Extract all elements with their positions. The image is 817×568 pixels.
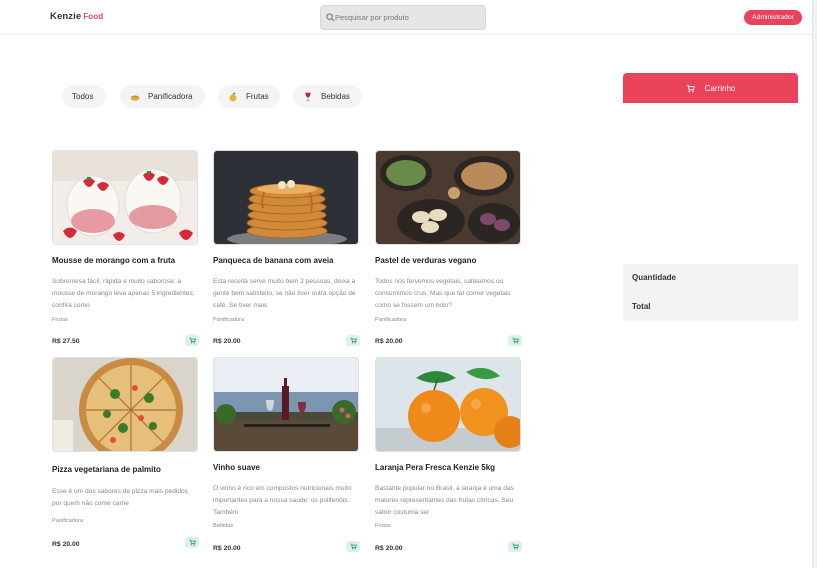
add-to-cart-button[interactable] — [185, 537, 199, 548]
product-card: Pastel de verduras vegano Todos nós ferv… — [375, 150, 523, 350]
logo[interactable]: Kenzie Food — [50, 11, 103, 22]
product-category: Frutas — [52, 317, 68, 323]
strawberry-mousse-image — [53, 151, 197, 244]
product-image — [375, 357, 521, 452]
product-price: R$ 27.50 — [52, 338, 80, 345]
product-description: Bastante popular no Brasil, a laranja é … — [375, 485, 514, 516]
bread-icon — [130, 94, 140, 101]
product-description: O vinho é rico em compostos nutricionais… — [213, 485, 352, 516]
add-to-cart-button[interactable] — [346, 335, 360, 346]
product-name: Laranja Pera Fresca Kenzie 5kg — [375, 463, 496, 472]
product-price: R$ 20.00 — [52, 541, 80, 548]
pizza-image — [53, 358, 197, 451]
cart-add-icon — [350, 337, 357, 344]
cart-summary: Quantidade Total — [623, 264, 798, 321]
product-name: Mousse de morango com a fruta — [52, 256, 176, 265]
product-image — [52, 357, 198, 452]
product-price: R$ 20.00 — [375, 338, 403, 345]
product-category: Panificadora — [375, 317, 407, 323]
product-description: Esta receita serve muito bem 2 pessoas, … — [213, 278, 356, 309]
admin-button[interactable]: Administrador — [744, 10, 802, 25]
wine-icon — [305, 92, 311, 101]
logo-main: Kenzie — [50, 11, 82, 22]
search-icon — [326, 13, 335, 22]
add-to-cart-button[interactable] — [508, 541, 522, 552]
quantity-label: Quantidade — [632, 273, 677, 282]
oranges-image — [376, 358, 520, 451]
cart-icon — [686, 84, 695, 92]
category-label: Bebidas — [321, 92, 350, 101]
product-image — [375, 150, 521, 245]
category-label: Frutas — [246, 92, 269, 101]
add-to-cart-button[interactable] — [346, 541, 360, 552]
product-name: Panqueca de banana com aveia — [213, 256, 334, 265]
product-price: R$ 20.00 — [375, 545, 403, 552]
page-scrollbar[interactable] — [812, 0, 817, 568]
cart-add-icon — [512, 543, 519, 550]
category-filter-frutas[interactable]: Frutas — [218, 85, 280, 108]
category-label: Panificadora — [148, 92, 193, 101]
product-category: Bebidas — [213, 523, 234, 529]
product-price: R$ 20.00 — [213, 338, 241, 345]
cart-title: Carrinho — [704, 83, 736, 93]
cart-add-icon — [350, 543, 357, 550]
product-category: Panificadora — [52, 518, 84, 524]
add-to-cart-button[interactable] — [508, 335, 522, 346]
product-name: Pastel de verduras vegano — [375, 256, 477, 265]
product-card: Laranja Pera Fresca Kenzie 5kg Bastante … — [375, 357, 523, 557]
search-box[interactable] — [320, 5, 486, 30]
product-name: Vinho suave — [213, 463, 260, 472]
product-card: Mousse de morango com a fruta Sobremesa … — [52, 150, 200, 350]
category-filter-panificadora[interactable]: Panificadora — [120, 85, 205, 108]
add-to-cart-button[interactable] — [185, 335, 199, 346]
product-category: Panificadora — [213, 317, 245, 323]
product-price: R$ 20.00 — [213, 545, 241, 552]
total-label: Total — [632, 302, 651, 311]
product-image — [213, 150, 359, 245]
pancakes-image — [214, 151, 358, 244]
cart-add-icon — [189, 539, 196, 546]
product-image — [213, 357, 359, 452]
product-card: Panqueca de banana com aveia Esta receit… — [213, 150, 361, 350]
logo-accent: Food — [83, 12, 104, 21]
product-name: Pizza vegetariana de palmito — [52, 465, 161, 474]
cart-add-icon — [512, 337, 519, 344]
product-description: Esse é um dos sabores de pizza mais pedi… — [52, 488, 188, 507]
category-filter-todos[interactable]: Todos — [62, 85, 106, 108]
product-category: Frutas — [375, 523, 391, 529]
cart-header: Carrinho — [623, 73, 798, 103]
fruit-icon — [229, 91, 237, 101]
cart-items-area — [623, 103, 798, 263]
product-description: Sobremesa fácil, rápida e muito saborosa… — [52, 278, 195, 309]
product-card: Vinho suave O vinho é rico em compostos … — [213, 357, 361, 557]
wine-table-image — [214, 358, 358, 451]
category-filter-bebidas[interactable]: Bebidas — [293, 85, 362, 108]
product-image — [52, 150, 198, 245]
product-description: Todos nós fervemos vegetais, salteamos o… — [375, 278, 511, 309]
category-label: Todos — [72, 92, 94, 101]
search-input[interactable] — [335, 9, 480, 26]
header-bar: KenzieFood Administrador — [0, 0, 812, 35]
product-card: Pizza vegetariana de palmito Esse é um d… — [52, 357, 200, 557]
dumplings-image — [376, 151, 520, 244]
cart-add-icon — [189, 337, 196, 344]
